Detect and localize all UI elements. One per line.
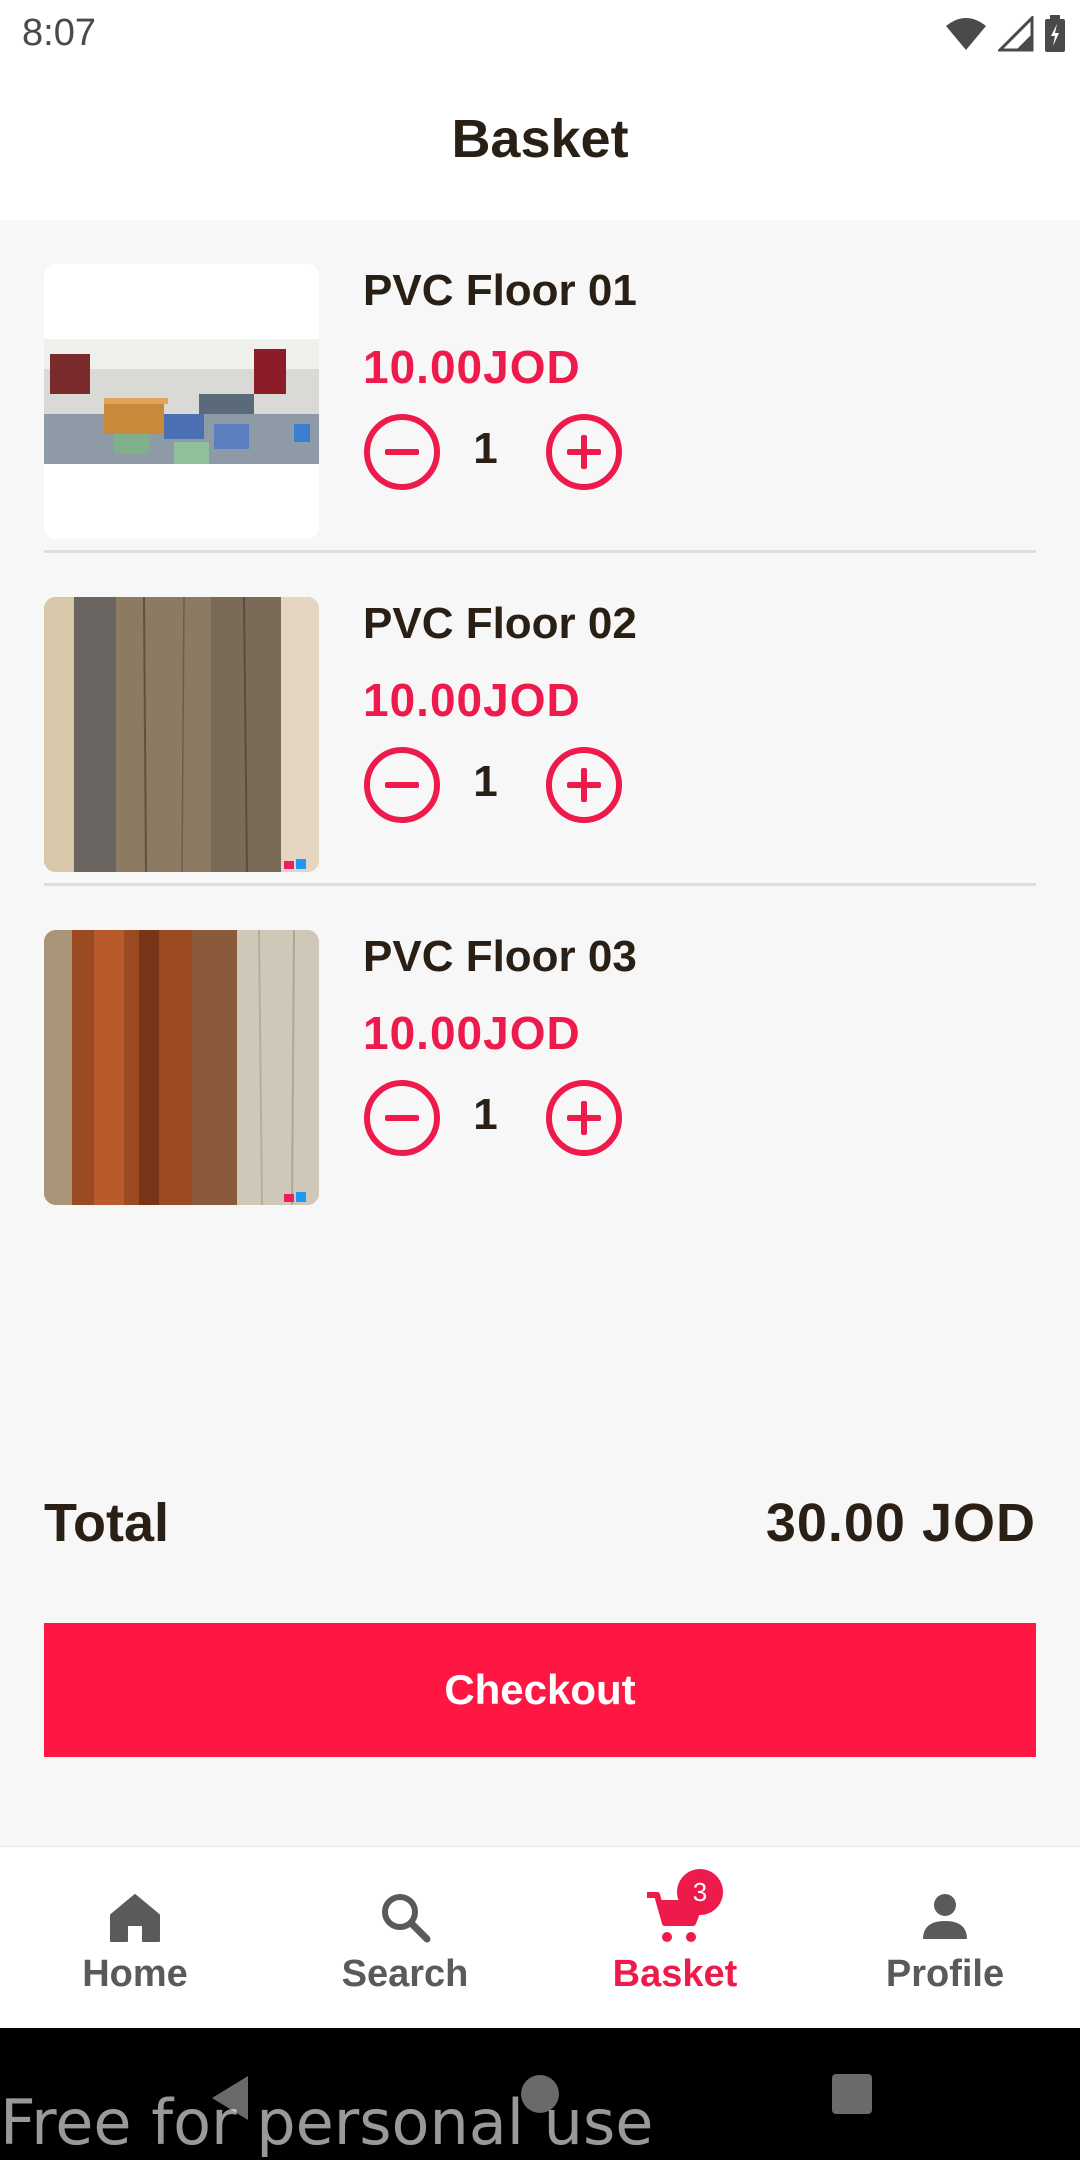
nav-item-search[interactable]: Search	[270, 1847, 540, 2028]
product-price: 10.00JOD	[363, 341, 581, 393]
product-price: 10.00JOD	[363, 1007, 581, 1059]
decrease-quantity-button[interactable]	[364, 414, 440, 490]
total-value: 30.00 JOD	[765, 1493, 1036, 1553]
quantity-value: 1	[473, 1090, 498, 1139]
nav-item-home[interactable]: Home	[0, 1847, 270, 2028]
app-header: Basket	[0, 66, 1080, 220]
status-icons	[944, 14, 1066, 54]
total-label: Total	[44, 1493, 169, 1553]
minus-icon	[385, 782, 419, 788]
minus-icon	[385, 1115, 419, 1121]
nav-label-basket: Basket	[612, 1953, 738, 1995]
quantity-value: 1	[473, 424, 498, 473]
basket-item: PVC Floor 01 10.00JOD 1	[44, 264, 1036, 597]
person-icon	[923, 1894, 967, 1939]
nav-item-profile[interactable]: Profile	[810, 1847, 1080, 2028]
product-image[interactable]	[44, 597, 319, 872]
basket-item: PVC Floor 02 10.00JOD 1	[44, 597, 1036, 930]
cart-count-badge: 3	[677, 1869, 723, 1915]
nav-label-search: Search	[341, 1953, 469, 1995]
divider	[44, 883, 1036, 886]
increase-quantity-button[interactable]	[546, 747, 622, 823]
decrease-quantity-button[interactable]	[364, 747, 440, 823]
signal-icon	[998, 16, 1034, 52]
product-image[interactable]	[44, 930, 319, 1205]
product-name: PVC Floor 02	[363, 599, 637, 648]
quantity-value: 1	[473, 757, 498, 806]
battery-icon	[1045, 15, 1065, 52]
divider	[44, 550, 1036, 553]
nav-item-basket[interactable]: 3 Basket	[540, 1847, 810, 2028]
increase-quantity-button[interactable]	[546, 1080, 622, 1156]
watermark-text: Free for personal use	[0, 2086, 654, 2159]
recents-icon[interactable]	[832, 2074, 872, 2114]
page-title: Basket	[451, 109, 629, 169]
product-name: PVC Floor 03	[363, 932, 637, 981]
nav-label-profile: Profile	[885, 1953, 1005, 1995]
product-price: 10.00JOD	[363, 674, 581, 726]
product-name: PVC Floor 01	[363, 266, 637, 315]
cart-icon-wrapper: 3	[645, 1869, 723, 1947]
decrease-quantity-button[interactable]	[364, 1080, 440, 1156]
checkout-button[interactable]: Checkout	[44, 1623, 1036, 1757]
status-time: 8:07	[22, 12, 96, 54]
search-icon	[382, 1894, 431, 1943]
nav-label-home: Home	[82, 1953, 188, 1995]
minus-icon	[385, 449, 419, 455]
increase-quantity-button[interactable]	[546, 414, 622, 490]
basket-item: PVC Floor 03 10.00JOD 1	[44, 930, 1036, 1263]
product-image[interactable]	[44, 264, 319, 539]
basket-list: PVC Floor 01 10.00JOD 1 PVC Floor 02 10.…	[44, 264, 1036, 1263]
bottom-navigation: Home Search 3 Basket Profile	[0, 1846, 1080, 2028]
wifi-icon	[946, 18, 986, 50]
status-bar: 8:07	[0, 0, 1080, 66]
home-icon	[110, 1894, 160, 1942]
